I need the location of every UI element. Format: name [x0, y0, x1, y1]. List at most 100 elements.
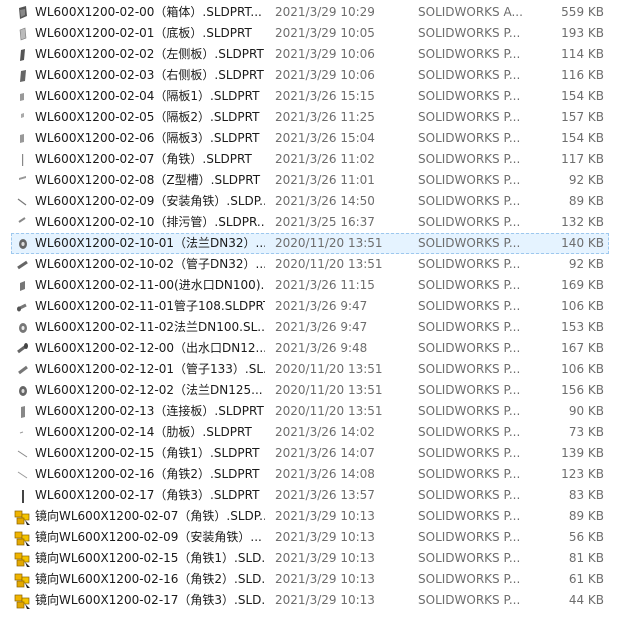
file-row[interactable]: 镜向WL600X1200-02-17（角铁3）.SLD... 2021/3/29 … — [0, 590, 640, 611]
file-row[interactable]: WL600X1200-02-16（角铁2）.SLDPRT 2021/3/26 14… — [0, 464, 640, 485]
file-date-modified: 2021/3/26 15:04 — [275, 131, 375, 145]
file-row[interactable]: 镜向WL600X1200-02-15（角铁1）.SLD... 2021/3/29 … — [0, 548, 640, 569]
file-size: 153 KB — [561, 320, 604, 334]
file-name: WL600X1200-02-09（安装角铁）.SLDP... — [35, 194, 265, 208]
file-date-modified: 2021/3/25 16:37 — [275, 215, 375, 229]
file-type: SOLIDWORKS P... — [418, 131, 521, 145]
file-row[interactable]: WL600X1200-02-14（肋板）.SLDPRT 2021/3/26 14:… — [0, 422, 640, 443]
part-thumbnail-icon — [14, 338, 32, 359]
file-row[interactable]: WL600X1200-02-11-00(进水口DN100)... 2021/3/2… — [0, 275, 640, 296]
part-thumbnail-icon — [14, 317, 32, 338]
file-row[interactable]: 镜向WL600X1200-02-09（安装角铁）... 2021/3/29 10:… — [0, 527, 640, 548]
file-date-modified: 2021/3/29 10:13 — [275, 551, 375, 565]
file-type: SOLIDWORKS P... — [418, 530, 521, 544]
file-row[interactable]: 镜向WL600X1200-02-07（角铁）.SLDP... 2021/3/29 … — [0, 506, 640, 527]
file-row[interactable]: WL600X1200-02-05（隔板2）.SLDPRT 2021/3/26 11… — [0, 107, 640, 128]
file-row[interactable]: WL600X1200-02-03（右侧板）.SLDPRT 2021/3/29 10… — [0, 65, 640, 86]
file-row[interactable]: WL600X1200-02-08（Z型槽）.SLDPRT 2021/3/26 11… — [0, 170, 640, 191]
file-date-modified: 2020/11/20 13:51 — [275, 236, 383, 250]
file-type: SOLIDWORKS P... — [418, 215, 521, 229]
file-type: SOLIDWORKS P... — [418, 488, 521, 502]
file-type: SOLIDWORKS P... — [418, 89, 521, 103]
file-size: 73 KB — [568, 425, 604, 439]
file-row[interactable]: WL600X1200-02-10（排污管）.SLDPR... 2021/3/25 … — [0, 212, 640, 233]
file-row[interactable]: WL600X1200-02-10-02（管子DN32）.... 2020/11/2… — [0, 254, 640, 275]
file-size: 92 KB — [568, 173, 604, 187]
file-date-modified: 2020/11/20 13:51 — [275, 257, 383, 271]
file-size: 106 KB — [561, 362, 604, 376]
file-row[interactable]: WL600X1200-02-01（底板）.SLDPRT 2021/3/29 10:… — [0, 23, 640, 44]
part-thumbnail-icon — [14, 44, 32, 65]
part-thumbnail-icon — [14, 149, 32, 170]
file-name: WL600X1200-02-17（角铁3）.SLDPRT — [35, 488, 260, 502]
file-date-modified: 2021/3/29 10:06 — [275, 47, 375, 61]
file-row[interactable]: WL600X1200-02-15（角铁1）.SLDPRT 2021/3/26 14… — [0, 443, 640, 464]
file-name: 镜向WL600X1200-02-15（角铁1）.SLD... — [35, 551, 265, 565]
file-size: 157 KB — [561, 110, 604, 124]
solidworks-part-icon — [14, 569, 32, 590]
file-name: 镜向WL600X1200-02-07（角铁）.SLDP... — [35, 509, 265, 523]
file-row[interactable]: WL600X1200-02-11-01管子108.SLDPRT 2021/3/26… — [0, 296, 640, 317]
part-thumbnail-icon — [14, 23, 32, 44]
file-size: 154 KB — [561, 89, 604, 103]
file-row[interactable]: WL600X1200-02-07（角铁）.SLDPRT 2021/3/26 11:… — [0, 149, 640, 170]
file-row[interactable]: WL600X1200-02-09（安装角铁）.SLDP... 2021/3/26 … — [0, 191, 640, 212]
file-name: WL600X1200-02-15（角铁1）.SLDPRT — [35, 446, 260, 460]
file-size: 169 KB — [561, 278, 604, 292]
file-size: 116 KB — [561, 68, 604, 82]
file-row[interactable]: WL600X1200-02-10-01（法兰DN32）.... 2020/11/2… — [0, 233, 640, 254]
part-thumbnail-icon — [14, 464, 32, 485]
file-name: WL600X1200-02-06（隔板3）.SLDPRT — [35, 131, 260, 145]
file-name: WL600X1200-02-03（右侧板）.SLDPRT — [35, 68, 264, 82]
file-type: SOLIDWORKS P... — [418, 236, 521, 250]
file-list: WL600X1200-02-00（箱体）.SLDPRT... 2021/3/29 … — [0, 2, 640, 611]
solidworks-part-icon — [14, 527, 32, 548]
part-thumbnail-icon — [14, 86, 32, 107]
file-size: 61 KB — [568, 572, 604, 586]
file-date-modified: 2021/3/29 10:29 — [275, 5, 375, 19]
solidworks-part-icon — [14, 590, 32, 611]
file-size: 132 KB — [561, 215, 604, 229]
file-size: 156 KB — [561, 383, 604, 397]
file-date-modified: 2021/3/26 9:47 — [275, 299, 368, 313]
file-name: WL600X1200-02-10（排污管）.SLDPR... — [35, 215, 265, 229]
file-type: SOLIDWORKS P... — [418, 299, 521, 313]
file-row[interactable]: WL600X1200-02-12-01（管子133）.SL... 2020/11/… — [0, 359, 640, 380]
part-thumbnail-icon — [14, 107, 32, 128]
file-size: 106 KB — [561, 299, 604, 313]
file-name: WL600X1200-02-02（左侧板）.SLDPRT — [35, 47, 264, 61]
file-row[interactable]: WL600X1200-02-13（连接板）.SLDPRT 2020/11/20 1… — [0, 401, 640, 422]
part-thumbnail-icon — [14, 401, 32, 422]
file-name: WL600X1200-02-11-00(进水口DN100)... — [35, 278, 265, 292]
part-thumbnail-icon — [14, 212, 32, 233]
part-thumbnail-icon — [14, 170, 32, 191]
file-size: 559 KB — [561, 5, 604, 19]
file-type: SOLIDWORKS P... — [418, 194, 521, 208]
file-date-modified: 2021/3/29 10:06 — [275, 68, 375, 82]
file-type: SOLIDWORKS P... — [418, 404, 521, 418]
file-row[interactable]: WL600X1200-02-12-02（法兰DN125... 2020/11/20… — [0, 380, 640, 401]
file-row[interactable]: WL600X1200-02-11-02法兰DN100.SL... 2021/3/2… — [0, 317, 640, 338]
file-row[interactable]: 镜向WL600X1200-02-16（角铁2）.SLD... 2021/3/29 … — [0, 569, 640, 590]
part-thumbnail-icon — [14, 422, 32, 443]
part-thumbnail-icon — [14, 275, 32, 296]
file-name: WL600X1200-02-12-00（出水口DN12... — [35, 341, 265, 355]
file-name: WL600X1200-02-05（隔板2）.SLDPRT — [35, 110, 260, 124]
file-size: 83 KB — [568, 488, 604, 502]
file-row[interactable]: WL600X1200-02-06（隔板3）.SLDPRT 2021/3/26 15… — [0, 128, 640, 149]
file-row[interactable]: WL600X1200-02-12-00（出水口DN12... 2021/3/26 … — [0, 338, 640, 359]
file-row[interactable]: WL600X1200-02-17（角铁3）.SLDPRT 2021/3/26 13… — [0, 485, 640, 506]
file-name: WL600X1200-02-12-02（法兰DN125... — [35, 383, 263, 397]
file-type: SOLIDWORKS P... — [418, 173, 521, 187]
file-row[interactable]: WL600X1200-02-04（隔板1）.SLDPRT 2021/3/26 15… — [0, 86, 640, 107]
file-row[interactable]: WL600X1200-02-00（箱体）.SLDPRT... 2021/3/29 … — [0, 2, 640, 23]
file-size: 44 KB — [568, 593, 604, 607]
file-date-modified: 2021/3/29 10:13 — [275, 593, 375, 607]
file-name: WL600X1200-02-14（肋板）.SLDPRT — [35, 425, 252, 439]
file-name: 镜向WL600X1200-02-17（角铁3）.SLD... — [35, 593, 265, 607]
solidworks-part-icon — [14, 506, 32, 527]
part-thumbnail-icon — [14, 128, 32, 149]
file-date-modified: 2021/3/26 11:01 — [275, 173, 375, 187]
file-size: 92 KB — [568, 257, 604, 271]
file-row[interactable]: WL600X1200-02-02（左侧板）.SLDPRT 2021/3/29 10… — [0, 44, 640, 65]
